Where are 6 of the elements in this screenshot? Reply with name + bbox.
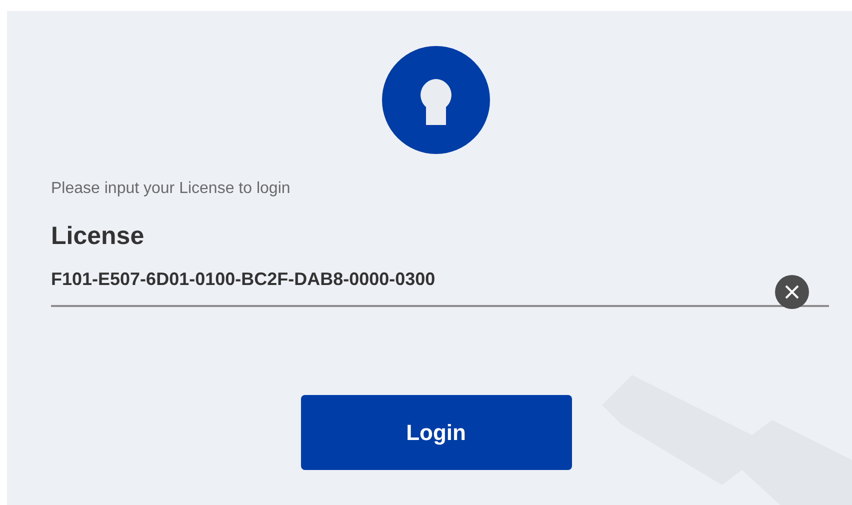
login-button[interactable]: Login (300, 395, 572, 470)
login-prompt: Please input your License to login (51, 180, 292, 198)
license-field[interactable]: F101-E507-6D01-0100-BC2F-DAB8-0000-0300 (51, 261, 829, 307)
clear-icon[interactable] (775, 275, 809, 309)
keyhole-icon (382, 46, 490, 154)
license-label: License (51, 222, 146, 251)
